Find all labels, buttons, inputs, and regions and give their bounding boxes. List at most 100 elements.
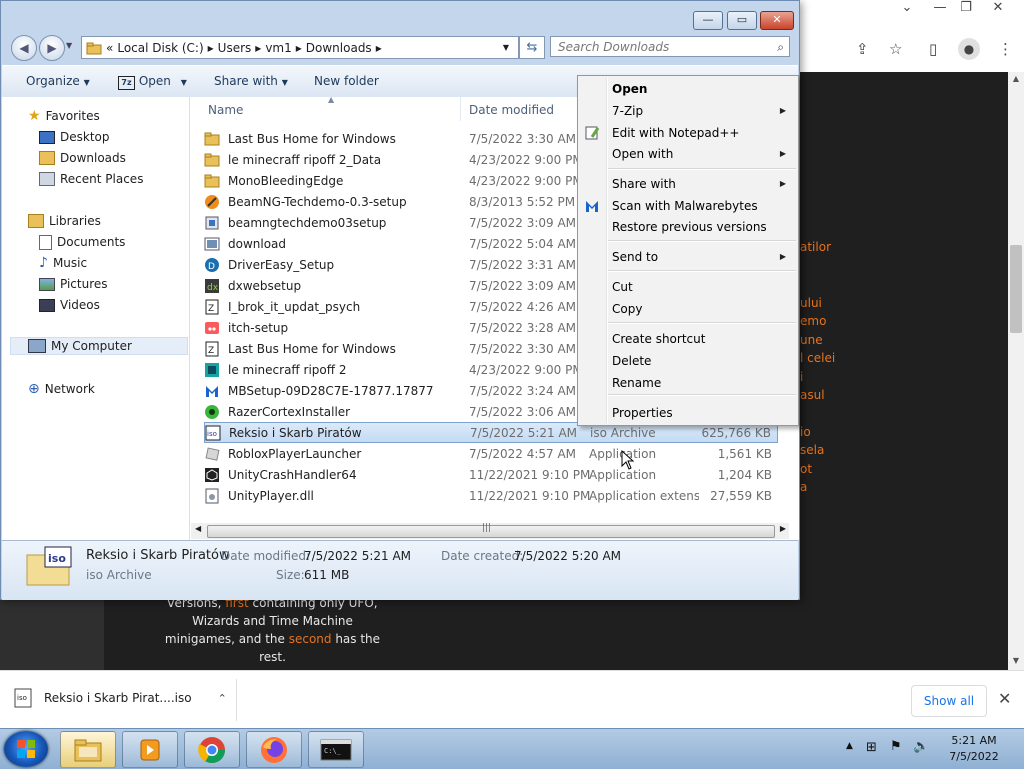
scroll-up-icon[interactable]: ▲ bbox=[1008, 74, 1024, 83]
address-dropdown-icon[interactable]: ▼ bbox=[503, 43, 509, 52]
nav-documents[interactable]: Documents bbox=[39, 233, 125, 251]
nav-videos[interactable]: Videos bbox=[39, 296, 100, 314]
page-link-fragment[interactable]: asul bbox=[800, 386, 825, 404]
taskbar-firefox-button[interactable] bbox=[246, 731, 302, 768]
file-row[interactable]: UnityPlayer.dll 11/22/2021 9:10 PM Applica… bbox=[204, 485, 778, 506]
context-menu-item[interactable]: Open bbox=[612, 78, 792, 100]
page-link-fragment[interactable]: sela bbox=[800, 441, 824, 459]
address-bar[interactable]: « Local Disk (C:) ▸ Users ▸ vm1 ▸ Downloads… bbox=[81, 36, 519, 59]
page-link-fragment[interactable]: io bbox=[800, 423, 811, 441]
breadcrumb-overflow[interactable]: « bbox=[106, 41, 113, 55]
page-link-fragment[interactable]: atilor bbox=[800, 238, 831, 256]
page-scrollbar-thumb[interactable] bbox=[1010, 245, 1022, 333]
show-all-button[interactable]: Show all bbox=[911, 685, 987, 717]
profile-avatar-icon[interactable]: ● bbox=[958, 38, 980, 60]
page-scrollbar[interactable] bbox=[1008, 72, 1024, 670]
context-menu-item[interactable]: Copy bbox=[612, 298, 792, 320]
page-link-fragment[interactable]: l celei bbox=[800, 349, 835, 367]
context-menu-item[interactable]: Properties bbox=[612, 402, 792, 424]
chrome-restore-icon[interactable]: ❐ bbox=[952, 0, 980, 18]
nav-favorites[interactable]: ★ Favorites bbox=[28, 107, 100, 125]
column-header-date-modified[interactable]: Date modified bbox=[469, 103, 554, 117]
chrome-menu-icon[interactable]: ⋮ bbox=[998, 40, 1013, 58]
breadcrumb-arrow-icon[interactable]: ▸ bbox=[296, 41, 302, 55]
show-hidden-icons-icon[interactable]: ▲ bbox=[846, 741, 853, 781]
context-menu-item[interactable]: Edit with Notepad++ bbox=[612, 122, 792, 144]
bookmark-star-icon[interactable]: ☆ bbox=[889, 40, 902, 58]
organize-button[interactable]: Organize ▼ bbox=[26, 74, 90, 88]
nav-libraries[interactable]: Libraries bbox=[28, 212, 101, 230]
action-center-flag-icon[interactable]: ⚑ bbox=[890, 739, 902, 779]
context-menu-item[interactable]: Cut bbox=[612, 276, 792, 298]
context-menu-item[interactable]: Rename bbox=[612, 372, 792, 394]
page-link-fragment[interactable]: i bbox=[800, 368, 803, 386]
breadcrumb-item[interactable]: vm1 bbox=[265, 41, 291, 55]
side-panel-icon[interactable]: ▯ bbox=[929, 40, 937, 58]
page-link-fragment[interactable]: ot bbox=[800, 460, 812, 478]
network-tray-icon[interactable]: ⊞ bbox=[866, 740, 877, 780]
page-link-fragment[interactable]: emo bbox=[800, 312, 826, 330]
horizontal-scrollbar[interactable]: ◀ ||| ▶ bbox=[191, 523, 789, 539]
taskbar-cmd-button[interactable]: C:\_ bbox=[308, 731, 364, 768]
taskbar-chrome-button[interactable] bbox=[184, 731, 240, 768]
new-folder-button[interactable]: New folder bbox=[314, 74, 379, 88]
refresh-button[interactable]: ⇆ bbox=[519, 36, 545, 59]
chrome-tab-search-icon[interactable]: ⌄ bbox=[893, 0, 921, 18]
maximize-button[interactable]: ▭ bbox=[727, 11, 757, 30]
search-input[interactable]: Search Downloads ⌕ bbox=[550, 36, 790, 57]
nav-my-computer[interactable]: My Computer bbox=[10, 337, 188, 355]
page-link-fragment[interactable]: ului bbox=[800, 294, 822, 312]
breadcrumb-arrow-icon[interactable]: ▸ bbox=[255, 41, 261, 55]
start-button[interactable] bbox=[4, 731, 48, 767]
file-row[interactable]: UnityCrashHandler64 11/22/2021 9:10 PM App… bbox=[204, 464, 778, 485]
share-with-button[interactable]: Share with ▼ bbox=[214, 74, 288, 88]
chrome-close-icon[interactable]: ✕ bbox=[984, 0, 1012, 18]
scroll-right-icon[interactable]: ▶ bbox=[780, 524, 786, 533]
context-menu-item[interactable]: Create shortcut bbox=[612, 328, 792, 350]
page-link-fragment[interactable]: a bbox=[800, 478, 807, 496]
column-header-name[interactable]: Name bbox=[208, 103, 243, 117]
horizontal-scrollbar-thumb[interactable]: ||| bbox=[207, 523, 775, 538]
context-menu-item[interactable]: Delete bbox=[612, 350, 792, 372]
breadcrumb-item[interactable]: Users bbox=[218, 41, 252, 55]
share-icon[interactable]: ⇪ bbox=[856, 40, 869, 58]
context-menu-item[interactable]: Send to ▶ bbox=[612, 246, 792, 268]
chevron-down-icon: ▼ bbox=[83, 78, 90, 87]
nav-desktop[interactable]: Desktop bbox=[39, 128, 110, 146]
taskbar-explorer-button[interactable] bbox=[60, 731, 116, 768]
close-icon[interactable]: ✕ bbox=[998, 689, 1011, 708]
context-menu-item[interactable]: Share with ▶ bbox=[612, 173, 792, 195]
nav-pictures[interactable]: Pictures bbox=[39, 275, 108, 293]
volume-icon[interactable]: 🔈 bbox=[913, 739, 929, 779]
context-menu-item[interactable]: Scan with Malwarebytes bbox=[612, 195, 792, 217]
recent-pages-chevron-icon[interactable]: ▼ bbox=[66, 41, 72, 50]
forward-button[interactable]: ▶ bbox=[39, 35, 65, 61]
page-link-fragment[interactable]: une bbox=[800, 331, 823, 349]
close-button[interactable]: ✕ bbox=[760, 11, 794, 30]
scroll-down-icon[interactable]: ▼ bbox=[1008, 656, 1024, 665]
open-button[interactable]: 7z Open ▼ bbox=[118, 74, 187, 90]
taskbar-media-player-button[interactable] bbox=[122, 731, 178, 768]
breadcrumb-item[interactable]: Local Disk (C:) bbox=[117, 41, 203, 55]
context-menu-item[interactable]: 7-Zip ▶ bbox=[612, 100, 792, 122]
svg-text:Z: Z bbox=[208, 304, 214, 314]
nav-music[interactable]: ♪ Music bbox=[39, 254, 87, 272]
article-link-second[interactable]: second bbox=[289, 632, 332, 646]
system-clock[interactable]: 5:21 AM 7/5/2022 bbox=[944, 733, 1004, 765]
breadcrumb-arrow-icon[interactable]: ▸ bbox=[208, 41, 214, 55]
context-menu-item[interactable]: Open with ▶ bbox=[612, 143, 792, 165]
nav-network[interactable]: ⊕ Network bbox=[28, 380, 95, 398]
breadcrumb-arrow-icon[interactable]: ▸ bbox=[376, 41, 382, 55]
chevron-up-icon[interactable]: ⌃ bbox=[218, 692, 227, 705]
download-item[interactable]: iso Reksio i Skarb Pirat....iso ⌃ bbox=[14, 688, 227, 708]
search-icon[interactable]: ⌕ bbox=[777, 37, 784, 58]
back-button[interactable]: ◀ bbox=[11, 35, 37, 61]
chrome-minimize-icon[interactable]: — bbox=[926, 0, 954, 18]
nav-recent-places[interactable]: Recent Places bbox=[39, 170, 143, 188]
minimize-button[interactable]: — bbox=[693, 11, 723, 30]
scroll-left-icon[interactable]: ◀ bbox=[195, 524, 201, 533]
context-menu-item[interactable]: Restore previous versions bbox=[612, 216, 792, 238]
breadcrumb-item[interactable]: Downloads bbox=[306, 41, 372, 55]
file-row[interactable]: RobloxPlayerLauncher 7/5/2022 4:57 AM Appl… bbox=[204, 443, 778, 464]
nav-downloads[interactable]: Downloads bbox=[39, 149, 126, 167]
